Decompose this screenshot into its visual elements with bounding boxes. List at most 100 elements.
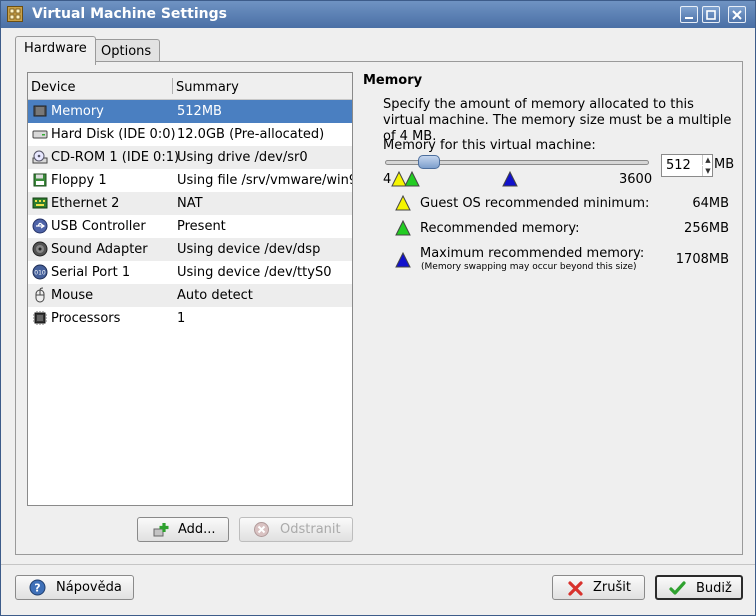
legend-recommended-value: 256MB bbox=[684, 221, 729, 236]
legend-maximum-recommended-value: 1708MB bbox=[675, 252, 729, 267]
guest-os-minimum-marker bbox=[391, 170, 407, 187]
device-summary: 1 bbox=[177, 311, 186, 326]
column-separator bbox=[172, 78, 173, 94]
remove-device-button[interactable]: Odstranit bbox=[239, 517, 353, 542]
close-icon bbox=[732, 10, 742, 20]
help-button[interactable]: ? Nápověda bbox=[15, 575, 134, 600]
floppy-icon bbox=[33, 173, 47, 187]
recommended-memory-marker bbox=[404, 170, 420, 187]
minimize-window-button[interactable] bbox=[680, 6, 698, 23]
usb-icon bbox=[32, 218, 48, 234]
tab-options-label: Options bbox=[101, 44, 152, 59]
memory-slider-thumb[interactable] bbox=[418, 155, 440, 169]
cancel-button-label: Zrušit bbox=[593, 580, 631, 595]
tab-hardware[interactable]: Hardware bbox=[15, 36, 96, 65]
svg-text:010: 010 bbox=[34, 270, 46, 277]
blue-triangle-icon bbox=[395, 252, 411, 268]
device-summary: Present bbox=[177, 219, 226, 234]
help-icon: ? bbox=[29, 579, 46, 596]
title-bar[interactable]: Virtual Machine Settings bbox=[1, 1, 755, 28]
add-device-button-label: Add... bbox=[178, 522, 216, 537]
device-summary: Using drive /dev/sr0 bbox=[177, 150, 308, 165]
footer-separator bbox=[1, 564, 755, 565]
device-name: Floppy 1 bbox=[51, 173, 107, 188]
maximum-recommended-marker bbox=[502, 170, 518, 187]
column-header-summary[interactable]: Summary bbox=[176, 80, 239, 95]
hard-disk-icon bbox=[32, 130, 48, 139]
sound-icon bbox=[32, 241, 48, 257]
processor-icon bbox=[33, 311, 47, 325]
remove-icon bbox=[254, 522, 269, 537]
cancel-button[interactable]: Zrušit bbox=[552, 575, 645, 600]
virtual-machine-settings-window: Virtual Machine Settings Hardware Option… bbox=[0, 0, 756, 616]
device-name: Sound Adapter bbox=[51, 242, 148, 257]
device-summary: Using file /srv/vmware/win98 bbox=[177, 173, 353, 188]
slider-min-label: 4 bbox=[383, 172, 392, 187]
legend-maximum-recommended-label: Maximum recommended memory: bbox=[420, 246, 645, 261]
memory-slider-label: Memory for this virtual machine: bbox=[383, 138, 596, 153]
green-triangle-icon bbox=[395, 220, 411, 236]
device-name: CD-ROM 1 (IDE 0:1) bbox=[51, 150, 180, 165]
minimize-icon bbox=[685, 17, 693, 19]
close-window-button[interactable] bbox=[728, 6, 746, 23]
device-row-memory[interactable]: Memory 512MB bbox=[28, 100, 352, 123]
device-name: Serial Port 1 bbox=[51, 265, 131, 280]
device-row-floppy[interactable]: Floppy 1 Using file /srv/vmware/win98 bbox=[28, 169, 352, 192]
device-list-header: Device Summary bbox=[28, 73, 352, 100]
legend-guest-os-minimum-value: 64MB bbox=[692, 196, 729, 211]
device-summary: 512MB bbox=[177, 104, 222, 119]
checkmark-icon bbox=[669, 581, 686, 595]
spin-down-button[interactable]: ▼ bbox=[702, 166, 713, 176]
svg-text:?: ? bbox=[34, 582, 40, 595]
device-row-processors[interactable]: Processors 1 bbox=[28, 307, 352, 330]
device-summary: NAT bbox=[177, 196, 203, 211]
device-row-cdrom[interactable]: CD-ROM 1 (IDE 0:1) Using drive /dev/sr0 bbox=[28, 146, 352, 169]
window-title: Virtual Machine Settings bbox=[32, 6, 227, 22]
network-icon bbox=[32, 197, 48, 209]
yellow-triangle-icon bbox=[395, 195, 411, 211]
ok-button[interactable]: Budiž bbox=[655, 575, 743, 600]
memory-icon bbox=[33, 105, 47, 117]
device-name: Processors bbox=[51, 311, 121, 326]
cdrom-icon bbox=[32, 150, 48, 164]
device-name: USB Controller bbox=[51, 219, 146, 234]
device-row-usb-controller[interactable]: USB Controller Present bbox=[28, 215, 352, 238]
add-device-button[interactable]: Add... bbox=[137, 517, 229, 542]
memory-size-value[interactable]: 512 bbox=[666, 158, 691, 173]
slider-markers bbox=[391, 170, 518, 187]
slider-max-label: 3600 bbox=[619, 172, 653, 187]
spin-up-button[interactable]: ▲ bbox=[702, 155, 713, 165]
device-summary: Using device /dev/dsp bbox=[177, 242, 321, 257]
memory-section-title: Memory bbox=[363, 73, 423, 88]
help-button-label: Nápověda bbox=[56, 580, 122, 595]
legend-guest-os-minimum-label: Guest OS recommended minimum: bbox=[420, 196, 650, 211]
device-row-sound-adapter[interactable]: Sound Adapter Using device /dev/dsp bbox=[28, 238, 352, 261]
maximize-icon bbox=[706, 10, 716, 20]
maximize-window-button[interactable] bbox=[702, 6, 720, 23]
device-summary: Using device /dev/ttyS0 bbox=[177, 265, 332, 280]
add-icon bbox=[153, 523, 169, 537]
tab-hardware-label: Hardware bbox=[24, 41, 87, 56]
device-row-serial-port[interactable]: 010 Serial Port 1 Using device /dev/ttyS… bbox=[28, 261, 352, 284]
memory-size-spinbox[interactable]: 512 ▲ ▼ bbox=[661, 154, 713, 177]
remove-device-button-label: Odstranit bbox=[280, 522, 341, 537]
ok-button-label: Budiž bbox=[696, 581, 732, 596]
mouse-icon bbox=[35, 287, 45, 303]
device-name: Ethernet 2 bbox=[51, 196, 120, 211]
cancel-icon bbox=[568, 581, 583, 596]
device-summary: 12.0GB (Pre-allocated) bbox=[177, 127, 325, 142]
device-name: Hard Disk (IDE 0:0) bbox=[51, 127, 176, 142]
device-name: Memory bbox=[51, 104, 104, 119]
device-row-ethernet[interactable]: Ethernet 2 NAT bbox=[28, 192, 352, 215]
device-row-hard-disk[interactable]: Hard Disk (IDE 0:0) 12.0GB (Pre-allocate… bbox=[28, 123, 352, 146]
legend-swap-note: (Memory swapping may occur beyond this s… bbox=[421, 262, 637, 272]
memory-unit-label: MB bbox=[714, 157, 735, 172]
column-header-device[interactable]: Device bbox=[31, 80, 75, 95]
device-summary: Auto detect bbox=[177, 288, 253, 303]
legend-recommended-label: Recommended memory: bbox=[420, 221, 580, 236]
vmware-app-icon bbox=[7, 6, 23, 22]
device-list[interactable]: Device Summary Memory 512MB Hard Disk (I… bbox=[27, 72, 353, 506]
device-row-mouse[interactable]: Mouse Auto detect bbox=[28, 284, 352, 307]
device-name: Mouse bbox=[51, 288, 94, 303]
serial-port-icon: 010 bbox=[32, 264, 48, 280]
